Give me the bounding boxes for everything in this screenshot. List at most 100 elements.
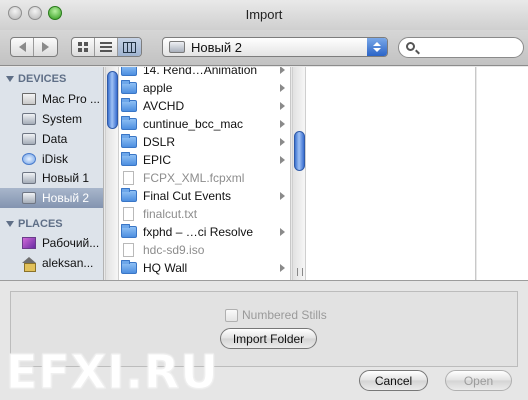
back-arrow-icon — [18, 42, 26, 52]
scrollbar[interactable] — [105, 67, 119, 280]
document-icon — [123, 243, 134, 257]
sidebar-item-label: aleksan... — [42, 256, 94, 270]
list-view-button[interactable] — [95, 38, 118, 56]
title-bar: Import — [0, 0, 528, 30]
search-field[interactable] — [398, 37, 524, 58]
sidebar-item-novyi-1[interactable]: Новый 1 — [0, 168, 103, 188]
list-item[interactable]: DSLR — [121, 133, 290, 151]
scroll-thumb[interactable] — [107, 71, 118, 129]
popup-arrows-icon — [367, 38, 387, 56]
back-forward-control — [10, 37, 58, 57]
search-input[interactable] — [421, 40, 517, 55]
location-label: Новый 2 — [191, 40, 242, 55]
sidebar-item-mac-pro[interactable]: Mac Pro ... — [0, 89, 103, 109]
column-view-icon — [123, 41, 136, 53]
location-popup[interactable]: Новый 2 — [162, 37, 388, 57]
list-item-label: DSLR — [143, 135, 176, 149]
list-item-label: apple — [143, 81, 173, 95]
chevron-right-icon — [280, 228, 285, 236]
folder-icon — [121, 152, 137, 166]
chevron-right-icon — [280, 264, 285, 272]
chevron-right-icon — [280, 120, 285, 128]
sidebar-item-label: Data — [42, 132, 68, 146]
list-item-label: EPIC — [143, 153, 172, 167]
sidebar-item-label: iDisk — [42, 152, 68, 166]
list-item-label: Final Cut Events — [143, 189, 232, 203]
bottom-panel: Numbered Stills Import Folder Cancel Ope… — [0, 280, 528, 400]
list-item-label: AVCHD — [143, 99, 185, 113]
list-item[interactable]: 14. Rend…Animation — [121, 67, 290, 79]
list-item[interactable]: finalcut.txt — [121, 205, 290, 223]
list-view-icon — [100, 42, 112, 52]
list-item-label: fxphd – …ci Resolve — [143, 225, 254, 239]
home-icon — [22, 256, 36, 272]
cancel-button[interactable]: Cancel — [359, 370, 428, 391]
document-icon — [123, 207, 134, 221]
search-icon — [406, 42, 415, 51]
chevron-right-icon — [280, 192, 285, 200]
list-item[interactable]: hdc-sd9.iso — [121, 241, 290, 259]
disclosure-triangle-icon — [6, 221, 14, 227]
scroll-thumb[interactable] — [294, 131, 305, 171]
open-button[interactable]: Open — [445, 370, 512, 391]
list-item[interactable]: AVCHD — [121, 97, 290, 115]
list-item[interactable]: FCPX_XML.fcpxml — [121, 169, 290, 187]
folder-icon — [121, 134, 137, 148]
sidebar-item-desktop[interactable]: Рабочий... — [0, 233, 103, 253]
sidebar-item-label: Mac Pro ... — [42, 92, 101, 106]
chevron-right-icon — [280, 156, 285, 164]
sidebar-item-label: System — [42, 112, 83, 126]
idisk-icon — [22, 153, 36, 165]
import-folder-button[interactable]: Import Folder — [220, 328, 317, 349]
devices-header[interactable]: DEVICES — [6, 73, 66, 85]
desktop-icon — [22, 237, 36, 249]
list-item-label: hdc-sd9.iso — [143, 243, 205, 257]
sidebar-item-idisk[interactable]: iDisk — [0, 149, 103, 169]
sidebar-item-home[interactable]: aleksan... — [0, 253, 103, 273]
computer-icon — [22, 93, 36, 105]
devices-header-label: DEVICES — [18, 73, 67, 85]
list-item[interactable]: Final Cut Events — [121, 187, 290, 205]
column-resize-handle[interactable] — [297, 268, 303, 276]
list-item[interactable]: apple — [121, 79, 290, 97]
column-view-button[interactable] — [118, 38, 141, 56]
list-item[interactable]: EPIC — [121, 151, 290, 169]
folder-icon — [121, 116, 137, 130]
numbered-stills-label: Numbered Stills — [242, 308, 327, 322]
folder-icon — [121, 224, 137, 238]
window-title: Import — [245, 7, 283, 22]
numbered-stills-checkbox[interactable] — [225, 308, 238, 322]
list-item-label: finalcut.txt — [143, 207, 198, 221]
sidebar-item-system[interactable]: System — [0, 109, 103, 129]
sidebar-item-novyi-2[interactable]: Новый 2 — [0, 188, 103, 208]
drive-icon — [22, 192, 36, 204]
sidebar-item-data[interactable]: Data — [0, 129, 103, 149]
list-item[interactable]: HQ Wall — [121, 259, 290, 277]
document-icon — [123, 171, 134, 185]
chevron-right-icon — [280, 138, 285, 146]
browser-column-3 — [477, 67, 528, 280]
list-item[interactable]: cuntinue_bcc_mac — [121, 115, 290, 133]
sidebar: DEVICES Mac Pro ... System Data iDisk Но… — [0, 67, 104, 280]
forward-arrow-icon — [42, 42, 49, 52]
disclosure-triangle-icon — [6, 76, 14, 82]
folder-icon — [121, 98, 137, 112]
icon-view-button[interactable] — [72, 38, 95, 56]
list-item[interactable]: fxphd – …ci Resolve — [121, 223, 290, 241]
numbered-stills-option: Numbered Stills — [225, 308, 327, 322]
chevron-right-icon — [280, 67, 285, 74]
places-header[interactable]: PLACES — [6, 218, 63, 230]
list-item-label: 14. Rend…Animation — [143, 67, 258, 77]
drive-icon — [169, 41, 185, 53]
icon-view-icon — [77, 41, 88, 52]
sidebar-item-label: Рабочий... — [42, 236, 100, 250]
forward-button[interactable] — [34, 38, 57, 56]
drive-icon — [22, 133, 36, 145]
drive-icon — [22, 113, 36, 125]
back-button[interactable] — [11, 38, 34, 56]
browser-column-2 — [292, 67, 476, 280]
folder-icon — [121, 80, 137, 94]
places-header-label: PLACES — [18, 218, 63, 230]
scrollbar[interactable] — [292, 67, 306, 280]
toolbar: Новый 2 — [0, 30, 528, 66]
